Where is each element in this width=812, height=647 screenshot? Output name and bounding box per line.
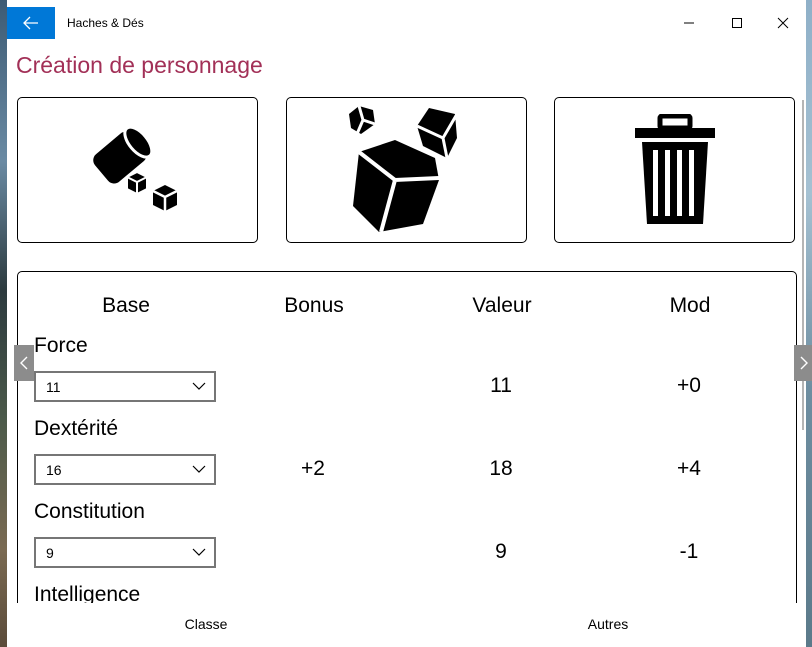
arrow-left-icon <box>23 16 38 30</box>
app-title: Haches & Dés <box>67 16 144 30</box>
delete-button[interactable] <box>554 97 795 243</box>
app-window: Haches & Dés Création de personnage Base… <box>7 0 812 647</box>
dice-icon <box>348 105 458 233</box>
minimize-button[interactable] <box>666 7 712 39</box>
maximize-icon <box>732 18 742 28</box>
constitution-mod: -1 <box>679 540 699 563</box>
flip-next-button[interactable] <box>794 345 812 381</box>
dexterite-valeur: 18 <box>489 457 513 480</box>
flip-previous-button[interactable] <box>14 345 34 381</box>
force-base-select[interactable]: 11 <box>34 371 216 402</box>
desktop-background <box>806 0 812 647</box>
column-header-mod: Mod <box>669 294 711 317</box>
stat-label-constitution: Constitution <box>34 500 145 523</box>
title-bar: Haches & Dés <box>7 0 806 46</box>
dexterite-base-select[interactable]: 16 <box>34 454 216 485</box>
column-header-base: Base <box>102 294 150 317</box>
close-button[interactable] <box>760 7 806 39</box>
force-valeur: 11 <box>490 374 512 397</box>
column-header-bonus: Bonus <box>284 294 344 317</box>
constitution-base-select[interactable]: 9 <box>34 537 216 568</box>
chevron-down-icon <box>192 465 206 473</box>
column-header-valeur: Valeur <box>472 294 532 317</box>
trash-icon <box>634 114 715 224</box>
tab-autres[interactable]: Autres <box>548 616 668 632</box>
stats-panel: Base Bonus Valeur Mod Force 11 11 +0 Dex… <box>17 271 797 631</box>
tab-classe[interactable]: Classe <box>146 616 266 632</box>
back-button[interactable] <box>7 7 55 39</box>
force-mod: +0 <box>677 374 701 397</box>
stat-label-force: Force <box>34 334 88 357</box>
constitution-valeur: 9 <box>495 540 507 563</box>
desktop-background <box>0 0 7 647</box>
dice-cup-icon <box>92 125 178 211</box>
reroll-button[interactable] <box>286 97 527 243</box>
select-value: 11 <box>46 379 61 395</box>
bottom-navigation: Classe Autres <box>7 603 806 647</box>
close-icon <box>777 17 789 29</box>
chevron-down-icon <box>192 382 206 390</box>
maximize-button[interactable] <box>714 7 760 39</box>
minimize-icon <box>684 22 694 24</box>
stat-label-dexterite: Dextérité <box>34 417 119 440</box>
roll-dice-button[interactable] <box>17 97 258 243</box>
select-value: 9 <box>46 545 54 561</box>
dexterite-mod: +4 <box>677 457 701 480</box>
page-title: Création de personnage <box>16 52 263 78</box>
select-value: 16 <box>46 462 62 478</box>
chevron-down-icon <box>192 548 206 556</box>
chevron-right-icon <box>800 356 808 370</box>
chevron-left-icon <box>20 356 28 370</box>
dexterite-bonus: +2 <box>301 457 325 480</box>
